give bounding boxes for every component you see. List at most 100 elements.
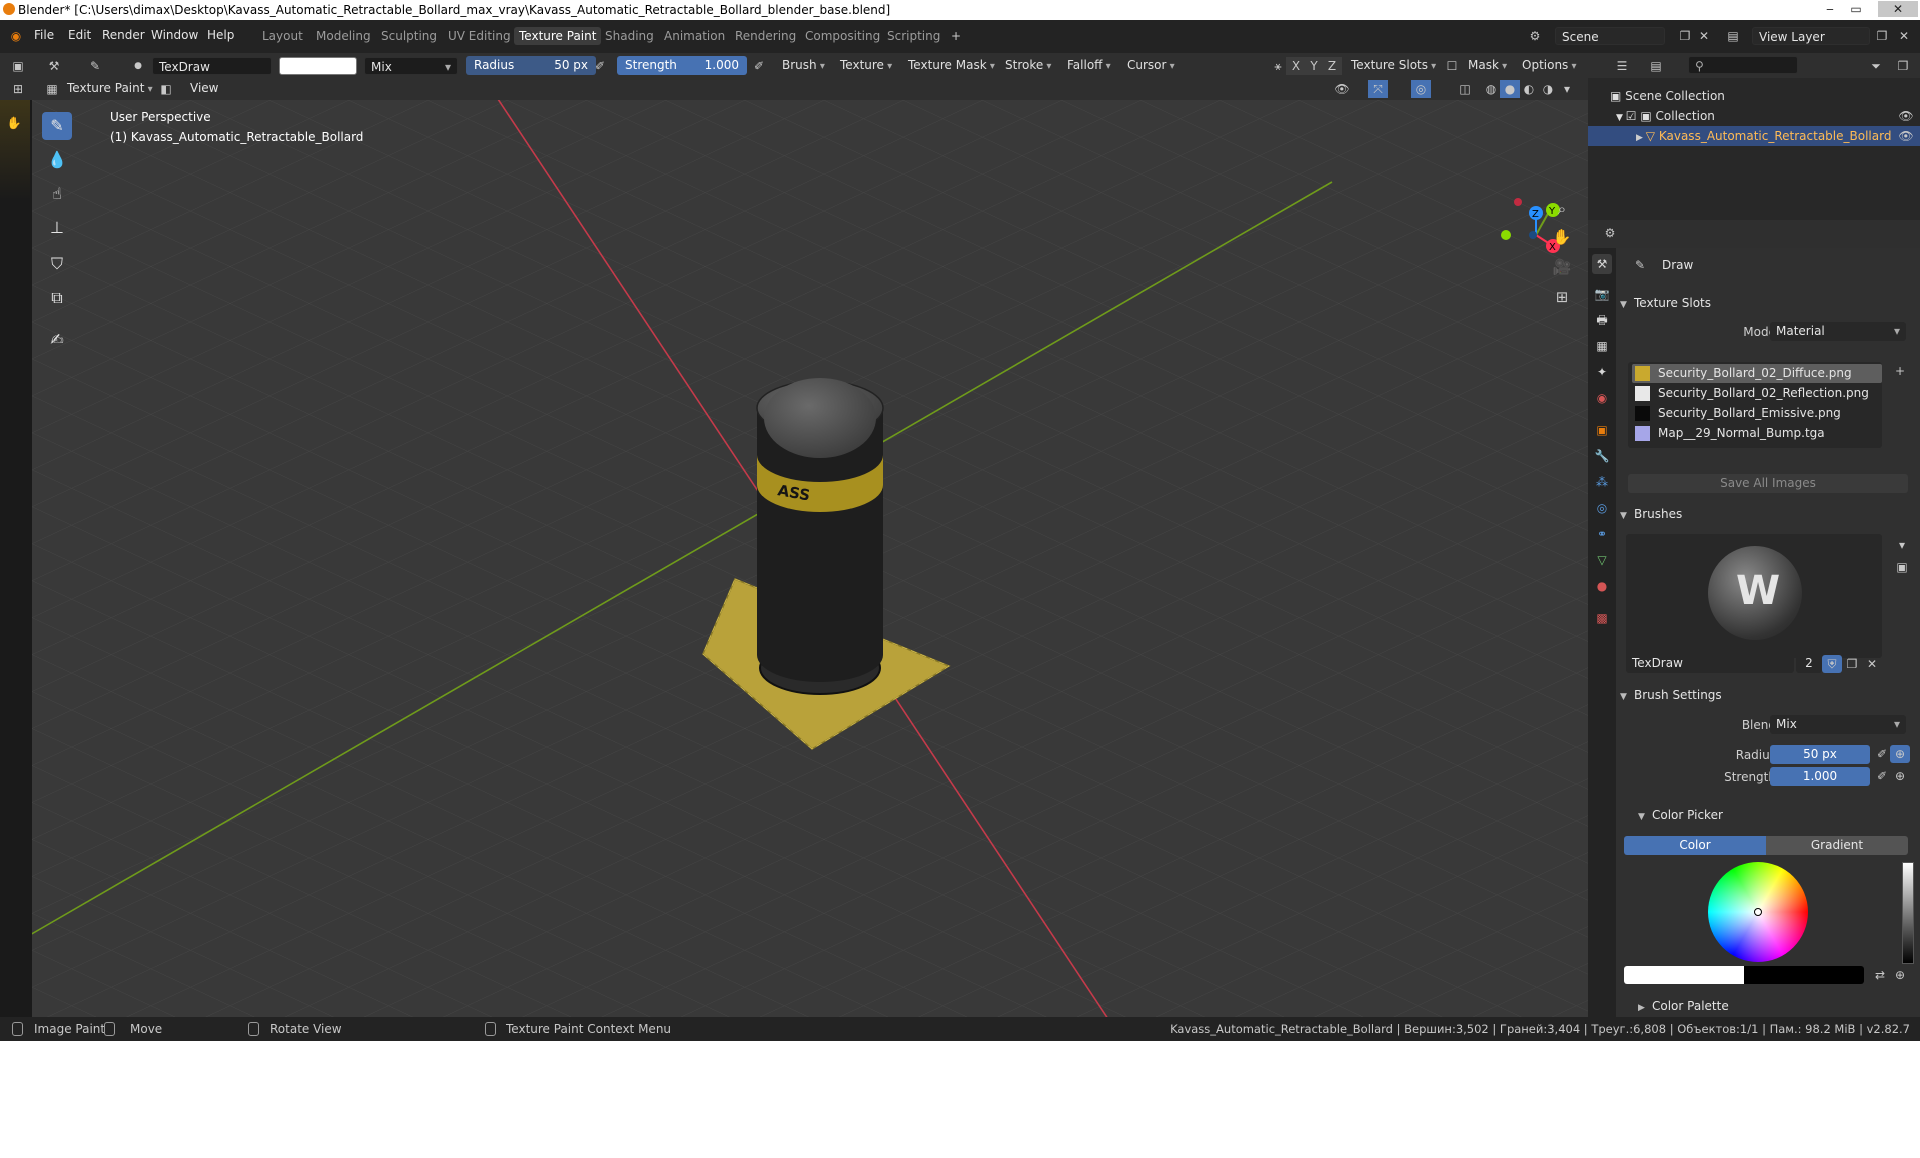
tab-shading[interactable]: Shading <box>600 27 659 45</box>
swap-colors-icon[interactable]: ⇄ <box>1870 966 1890 984</box>
tab-compositing[interactable]: Compositing <box>800 27 885 45</box>
menu-window[interactable]: Window <box>151 28 198 42</box>
gradient-tab[interactable]: Gradient <box>1766 836 1908 855</box>
solid-shading-icon[interactable]: ● <box>1500 80 1520 98</box>
brush-menu-icon[interactable]: ▾ <box>1892 536 1912 554</box>
scene-tab-icon[interactable]: ✦ <box>1592 362 1612 382</box>
brush-preview-box[interactable]: W <box>1626 534 1882 658</box>
xray-icon[interactable]: ◫ <box>1455 80 1475 98</box>
material-shading-icon[interactable]: ◐ <box>1519 80 1539 98</box>
strength-pressure-icon[interactable]: ✐ <box>749 57 769 75</box>
filter-icon[interactable]: ⏷ <box>1866 57 1886 75</box>
brush-name-field[interactable]: TexDraw <box>1626 654 1794 673</box>
modifier-tab-icon[interactable]: 🔧 <box>1592 446 1612 466</box>
expand-icon[interactable]: ▼ <box>1616 113 1626 123</box>
symmetry-icon[interactable]: ⚹ <box>1268 57 1288 75</box>
outliner-editor-icon[interactable]: ☰ <box>1612 57 1632 75</box>
visibility-icon[interactable]: 👁 <box>1332 80 1352 98</box>
stroke-dropdown[interactable]: Stroke <box>1005 57 1051 74</box>
camera-view-icon[interactable]: 🎥 <box>1552 258 1572 276</box>
tool-options-icon[interactable]: ⚒ <box>44 57 64 75</box>
draw-tool-button[interactable]: ✎ <box>42 112 72 140</box>
texture-slot-row[interactable]: Map__29_Normal_Bump.tga <box>1632 424 1882 443</box>
new-view-layer-icon[interactable]: ❐ <box>1872 27 1892 45</box>
color-palette-header[interactable]: ▶ Color Palette <box>1638 999 1729 1013</box>
brush-color-swatch[interactable] <box>279 57 357 75</box>
scene-name-field[interactable]: Scene <box>1555 27 1665 45</box>
mask-tool-button[interactable]: ⧉ <box>42 284 72 312</box>
color-wheel-cursor[interactable] <box>1754 908 1762 916</box>
object-visibility-icon[interactable]: 👁 <box>1896 127 1916 145</box>
brush-dropdown[interactable]: Brush <box>782 57 825 74</box>
object-tab-icon[interactable]: ▣ <box>1592 420 1612 440</box>
close-button[interactable]: ✕ <box>1878 1 1918 17</box>
symmetry-y-toggle[interactable]: Y <box>1304 57 1324 75</box>
scene-selector-icon[interactable]: ⚙ <box>1525 27 1545 45</box>
radius-unified-icon[interactable]: ⊕ <box>1890 745 1910 763</box>
ortho-toggle-icon[interactable]: ⊞ <box>1552 288 1572 306</box>
texture-mask-dropdown[interactable]: Texture Mask <box>908 57 995 74</box>
constraints-tab-icon[interactable]: ⚭ <box>1592 524 1612 544</box>
brush-settings-header[interactable]: ▼ Brush Settings <box>1620 688 1722 702</box>
new-collection-icon[interactable]: ❐ <box>1893 57 1913 75</box>
value-slider[interactable] <box>1902 862 1914 964</box>
output-tab-icon[interactable]: 🖶 <box>1592 310 1612 330</box>
delete-view-layer-icon[interactable]: ✕ <box>1894 27 1914 45</box>
texture-slot-row[interactable]: Security_Bollard_02_Reflection.png <box>1632 384 1882 403</box>
radius-slider[interactable]: 50 px <box>1770 745 1870 764</box>
soften-tool-button[interactable]: 💧 <box>42 146 72 174</box>
symmetry-x-toggle[interactable]: X <box>1286 57 1306 75</box>
mask-checkbox[interactable]: ☐ <box>1442 57 1462 75</box>
texture-dropdown[interactable]: Texture <box>840 57 892 74</box>
strip-hand-icon[interactable]: ✋ <box>4 114 24 132</box>
object-expand-icon[interactable]: ▶ <box>1636 133 1646 143</box>
duplicate-brush-icon[interactable]: ❐ <box>1842 655 1862 673</box>
smear-tool-button[interactable]: ☝ <box>42 180 72 208</box>
strength-slider[interactable]: 1.000 <box>1770 767 1870 786</box>
strength-unified-icon[interactable]: ⊕ <box>1890 767 1910 785</box>
blend-mode-dropdown[interactable]: Mix ▾ <box>364 57 458 75</box>
menu-view[interactable]: View <box>190 81 218 95</box>
fill-tool-button[interactable]: ⛉ <box>42 250 72 278</box>
render-tab-icon[interactable]: 📷 <box>1592 284 1612 304</box>
data-tab-icon[interactable]: ▽ <box>1592 550 1612 570</box>
cursor-dropdown[interactable]: Cursor <box>1127 57 1175 74</box>
clone-tool-button[interactable]: ⊥ <box>42 214 72 242</box>
current-color-swatch[interactable] <box>1624 966 1744 984</box>
add-slot-icon[interactable]: + <box>1890 362 1910 380</box>
menu-file[interactable]: File <box>34 28 54 42</box>
gizmo-neg-z[interactable] <box>1529 231 1537 239</box>
outliner-search-input[interactable]: ⚲ <box>1688 56 1798 74</box>
brushes-header[interactable]: ▼ Brushes <box>1620 507 1682 521</box>
gizmo-neg-y[interactable] <box>1501 230 1511 240</box>
radius-pressure-icon[interactable]: ✐ <box>1872 745 1892 763</box>
falloff-dropdown[interactable]: Falloff <box>1067 57 1111 74</box>
color-picker-header[interactable]: ▼ Color Picker <box>1638 808 1723 822</box>
tab-rendering[interactable]: Rendering <box>730 27 801 45</box>
collection-checkbox[interactable]: ☑ <box>1626 109 1641 123</box>
brush-name-field[interactable]: TexDraw <box>152 57 272 75</box>
options-dropdown[interactable]: Options <box>1522 57 1577 74</box>
tab-modeling[interactable]: Modeling <box>311 27 376 45</box>
brush-icon[interactable]: ✎ <box>85 57 105 75</box>
editor-type-icon[interactable]: ▣ <box>8 57 28 75</box>
color-wheel[interactable] <box>1708 862 1808 962</box>
tab-uv-editing[interactable]: UV Editing <box>443 27 516 45</box>
tab-texture-paint[interactable]: Texture Paint <box>514 27 602 45</box>
tab-layout[interactable]: Layout <box>257 27 308 45</box>
brush-image-icon[interactable]: ▣ <box>1892 558 1912 576</box>
display-mode-icon[interactable]: ▤ <box>1646 57 1666 75</box>
texture-slot-row[interactable]: Security_Bollard_02_Diffuce.png <box>1632 364 1882 383</box>
scene-collection-row[interactable]: ▣ Scene Collection <box>1610 86 1725 106</box>
particles-tab-icon[interactable]: ⁂ <box>1592 472 1612 492</box>
mode-dropdown[interactable]: Material ▾ <box>1770 322 1906 341</box>
physics-tab-icon[interactable]: ◎ <box>1592 498 1612 518</box>
overlay-toggle-icon[interactable]: ◎ <box>1411 80 1431 98</box>
tool-tab-icon[interactable]: ⚒ <box>1592 254 1612 274</box>
collection-visibility-icon[interactable]: 👁 <box>1896 107 1916 125</box>
editor-type-icon-2[interactable]: ⊞ <box>8 80 28 98</box>
menu-help[interactable]: Help <box>207 28 234 42</box>
secondary-color-swatch[interactable] <box>1744 966 1864 984</box>
gizmo-neg-x[interactable] <box>1514 198 1522 206</box>
world-tab-icon[interactable]: ◉ <box>1592 388 1612 408</box>
